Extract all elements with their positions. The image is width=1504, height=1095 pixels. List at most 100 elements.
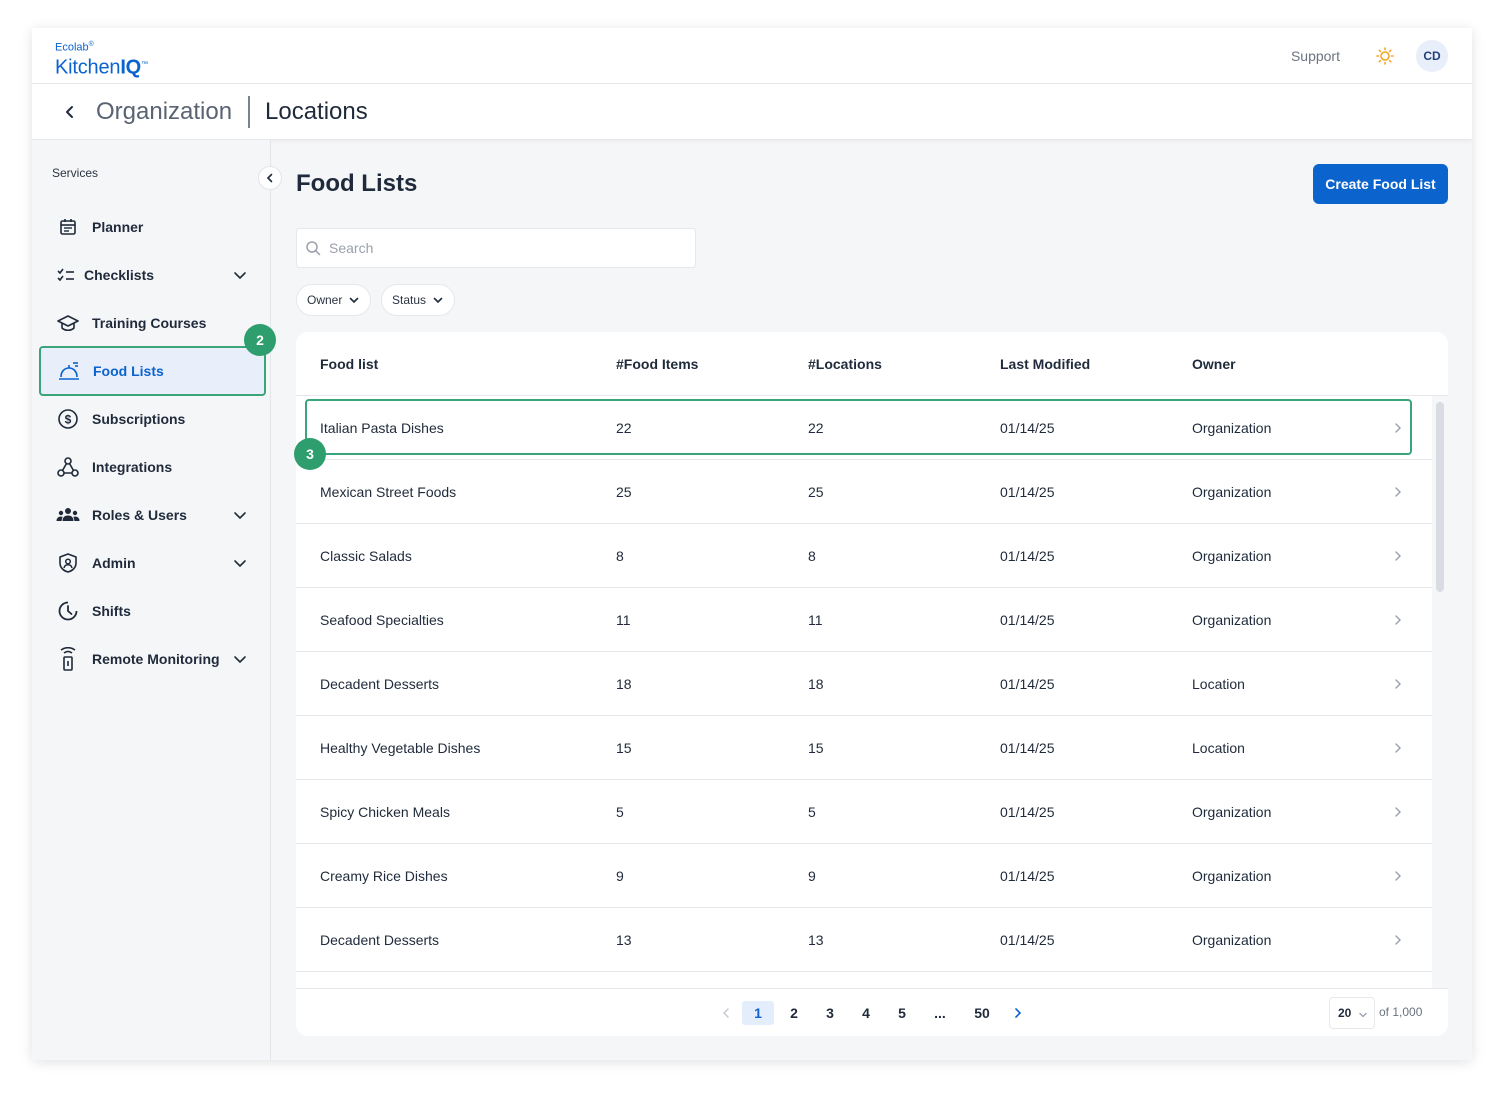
search-icon [306,241,321,256]
table-row[interactable]: Decadent Desserts 18 18 01/14/25 Locatio… [296,652,1432,716]
cell-food-items: 25 [616,484,632,500]
sidebar-item-subscriptions[interactable]: $ Subscriptions [40,396,264,442]
page-button-4[interactable]: 4 [854,1001,878,1025]
breadcrumb-parent[interactable]: Organization [96,98,232,126]
cell-locations: 13 [808,932,824,948]
cell-last-modified: 01/14/25 [1000,868,1055,884]
table-row[interactable]: Creamy Rice Dishes 9 9 01/14/25 Organiza… [296,844,1432,908]
page-size-value: 20 [1338,1006,1352,1020]
back-arrow-icon[interactable] [60,102,80,122]
cell-locations: 22 [808,420,824,436]
cell-owner: Location [1192,676,1245,692]
column-header-locations[interactable]: #Locations [808,356,882,372]
cell-owner: Organization [1192,420,1272,436]
cell-food-list: Decadent Desserts [320,676,440,692]
sidebar-item-integrations[interactable]: Integrations [40,444,264,490]
chevron-right-icon [1395,423,1401,433]
cell-food-list: Decadent Desserts [320,932,440,948]
cell-last-modified: 01/14/25 [1000,740,1055,756]
sidebar-item-training-courses[interactable]: Training Courses [40,300,264,346]
cell-last-modified: 01/14/25 [1000,932,1055,948]
sidebar-item-label: Integrations [92,459,173,475]
brand-bold: IQ [120,56,142,79]
chevron-right-icon[interactable] [1010,1005,1026,1021]
table-row[interactable]: Seafood Specialties 11 11 01/14/25 Organ… [296,588,1432,652]
chevron-down-icon[interactable] [232,651,248,667]
total-count: of 1,000 [1379,1005,1423,1019]
brand-prefix: Kitchen [55,56,121,79]
search-box [296,228,696,268]
table-row[interactable]: Decadent Desserts 13 13 01/14/25 Organiz… [296,908,1432,972]
cell-owner: Organization [1192,932,1272,948]
table-row[interactable]: Healthy Vegetable Dishes 15 15 01/14/25 … [296,716,1432,780]
cell-food-list: Mexican Street Foods [320,484,457,500]
create-food-list-button[interactable]: Create Food List [1313,164,1448,204]
chevron-right-icon [1395,487,1401,497]
table-scrollbar-thumb[interactable] [1436,402,1444,592]
cell-food-items: 22 [616,420,632,436]
support-link[interactable]: Support [1291,48,1340,64]
avatar[interactable]: CD [1416,40,1448,72]
breadcrumb-divider [248,96,250,128]
chevron-down-icon[interactable] [232,507,248,523]
sidebar-item-roles-users[interactable]: Roles & Users [40,492,264,538]
filter-label: Status [392,293,427,307]
chevron-left-icon [266,173,273,183]
status-filter[interactable]: Status [381,284,456,316]
sidebar-item-remote-monitoring[interactable]: Remote Monitoring [40,636,264,682]
users-icon [56,503,80,527]
page-button-3[interactable]: 3 [818,1001,842,1025]
food-lists-table: Food list #Food Items #Locations Last Mo… [296,332,1448,1036]
page-title: Food Lists [296,170,418,197]
column-header-food-items[interactable]: #Food Items [616,356,698,372]
table-row[interactable]: Mexican Street Foods 25 25 01/14/25 Orga… [296,460,1432,524]
chevron-right-icon [1395,935,1401,945]
annotation-badge-3: 3 [294,438,326,470]
column-header-owner[interactable]: Owner [1192,356,1236,372]
page-button-2[interactable]: 2 [782,1001,806,1025]
table-row[interactable]: Spicy Chicken Meals 5 5 01/14/25 Organiz… [296,780,1432,844]
sidebar-item-label: Shifts [92,603,131,619]
cell-locations: 18 [808,676,824,692]
filter-label: Owner [307,293,343,307]
chevron-left-icon[interactable] [718,1005,734,1021]
top-bar: Ecolab® KitchenIQ™ Support CD [32,28,1472,84]
chevron-right-icon [1395,871,1401,881]
sidebar-item-label: Checklists [84,267,155,283]
chevron-down-icon[interactable] [232,267,248,283]
table-row[interactable]: Classic Salads 8 8 01/14/25 Organization [296,524,1432,588]
sidebar-item-admin[interactable]: Admin [40,540,264,586]
brand-logo[interactable]: Ecolab® KitchenIQ™ [55,39,148,78]
collapse-sidebar-button[interactable] [258,166,282,190]
checklist-icon [56,263,76,287]
page-button-5[interactable]: 5 [890,1001,914,1025]
column-header-food-list[interactable]: Food list [320,356,378,372]
page-button-50[interactable]: 50 [970,1001,994,1025]
cell-last-modified: 01/14/25 [1000,676,1055,692]
cell-food-list: Healthy Vegetable Dishes [320,740,481,756]
sun-icon[interactable] [1376,47,1394,65]
sidebar-item-label: Planner [92,219,144,235]
cell-last-modified: 01/14/25 [1000,420,1055,436]
sidebar-item-label: Training Courses [92,315,207,331]
breadcrumb-current: Locations [265,98,368,125]
sidebar-item-checklists[interactable]: Checklists [40,252,264,298]
table-row[interactable]: Italian Pasta Dishes 22 22 01/14/25 Orga… [296,396,1432,460]
page-size-select[interactable]: 20 [1329,997,1375,1029]
sidebar-item-label: Admin [92,555,136,571]
column-header-last-modified[interactable]: Last Modified [1000,356,1090,372]
sidebar-item-shifts[interactable]: Shifts [40,588,264,634]
owner-filter[interactable]: Owner [296,284,372,316]
chevron-down-icon[interactable] [232,555,248,571]
sidebar-item-food-lists[interactable]: Food Lists [39,346,266,396]
search-input[interactable] [329,240,669,256]
page-button-1[interactable]: 1 [742,1001,774,1025]
cell-food-list: Spicy Chicken Meals [320,804,450,820]
sidebar-item-planner[interactable]: Planner [40,204,264,250]
cell-food-list: Classic Salads [320,548,412,564]
brand-small-text: Ecolab [55,41,89,54]
svg-text:$: $ [65,413,72,427]
sidebar-item-label: Subscriptions [92,411,186,427]
cell-last-modified: 01/14/25 [1000,804,1055,820]
page-ellipsis: ... [934,1005,946,1021]
